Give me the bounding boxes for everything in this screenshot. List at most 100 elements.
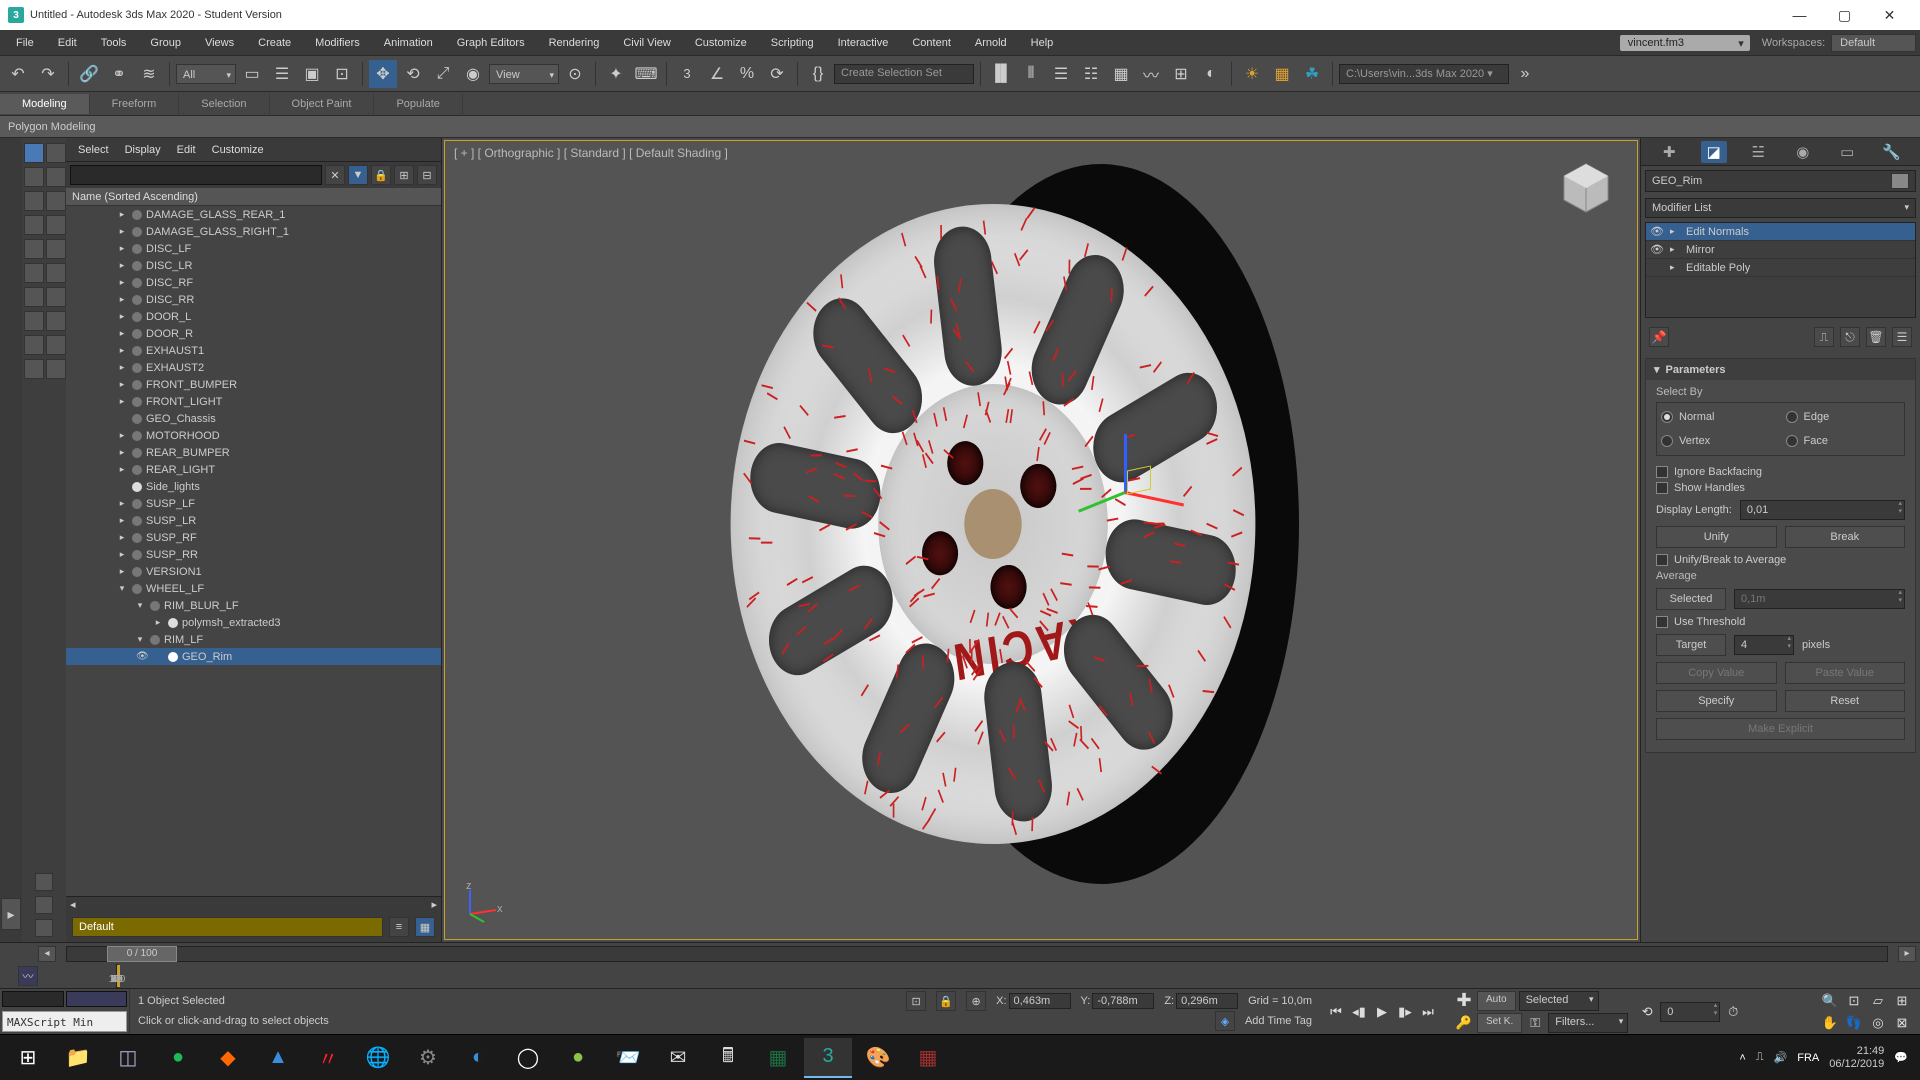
- auto-key-button[interactable]: Auto: [1477, 991, 1516, 1011]
- schematic-button[interactable]: ⊞: [1167, 60, 1195, 88]
- clock[interactable]: 21:4906/12/2019: [1829, 1045, 1884, 1071]
- scene-item[interactable]: ▸DOOR_L: [66, 308, 441, 325]
- fov-icon[interactable]: ▱: [1868, 991, 1888, 1011]
- scene-item[interactable]: ▸DISC_LF: [66, 240, 441, 257]
- selected-button[interactable]: Selected: [1656, 588, 1726, 610]
- menu-help[interactable]: Help: [1019, 33, 1066, 53]
- wifi-icon[interactable]: ⎍: [1756, 1051, 1764, 1064]
- menu-rendering[interactable]: Rendering: [537, 33, 612, 53]
- zoom-all-icon[interactable]: ⊡: [1844, 991, 1864, 1011]
- notifications-icon[interactable]: 💬: [1894, 1051, 1908, 1064]
- modifier-item[interactable]: 👁▸Mirror: [1646, 241, 1915, 259]
- start-button[interactable]: ⊞: [4, 1038, 52, 1078]
- display-hidden-icon[interactable]: [46, 263, 66, 283]
- sort-icon[interactable]: [35, 873, 53, 891]
- scene-item[interactable]: GEO_Chassis: [66, 410, 441, 427]
- scene-hscroll[interactable]: ◂▸: [66, 896, 441, 912]
- scene-item[interactable]: ▸FRONT_LIGHT: [66, 393, 441, 410]
- display-xrefs-icon[interactable]: [46, 215, 66, 235]
- display-cameras-icon[interactable]: [46, 167, 66, 187]
- specify-button[interactable]: Specify: [1656, 690, 1777, 712]
- configure-sets-icon[interactable]: ☰: [1892, 327, 1912, 347]
- scene-item[interactable]: ▸DISC_LR: [66, 257, 441, 274]
- remove-mod-icon[interactable]: 🗑: [1866, 327, 1886, 347]
- abs-transform-icon[interactable]: ⊕: [966, 991, 986, 1011]
- scene-item[interactable]: Side_lights: [66, 478, 441, 495]
- reset-button[interactable]: Reset: [1785, 690, 1906, 712]
- scene-list[interactable]: ▸DAMAGE_GLASS_REAR_1▸DAMAGE_GLASS_RIGHT_…: [66, 206, 441, 896]
- ribbon-tab-modeling[interactable]: Modeling: [0, 94, 90, 114]
- lock-icon[interactable]: 🔒: [371, 165, 391, 185]
- render-frame-button[interactable]: ▦: [1268, 60, 1296, 88]
- ribbon-button[interactable]: ▦: [1107, 60, 1135, 88]
- scene-tab-edit[interactable]: Edit: [177, 144, 196, 156]
- mini-curve-icon[interactable]: 〰: [18, 966, 38, 986]
- menu-civil-view[interactable]: Civil View: [611, 33, 682, 53]
- show-handles-checkbox[interactable]: [1656, 482, 1668, 494]
- unify-break-avg-checkbox[interactable]: [1656, 554, 1668, 566]
- percent-snap-button[interactable]: %: [733, 60, 761, 88]
- minimize-button[interactable]: —: [1777, 0, 1822, 30]
- transform-gizmo[interactable]: [1125, 492, 1127, 494]
- menu-tools[interactable]: Tools: [89, 33, 139, 53]
- scene-item[interactable]: ▸DOOR_R: [66, 325, 441, 342]
- scene-item[interactable]: ▸SUSP_RF: [66, 529, 441, 546]
- display-helpers-icon[interactable]: [24, 191, 44, 211]
- menu-modifiers[interactable]: Modifiers: [303, 33, 372, 53]
- keyboard-button[interactable]: ⌨: [632, 60, 660, 88]
- scene-item[interactable]: ▸SUSP_LF: [66, 495, 441, 512]
- erp-button[interactable]: {}: [804, 60, 832, 88]
- selection-set-input[interactable]: Create Selection Set: [834, 64, 974, 84]
- menu-arnold[interactable]: Arnold: [963, 33, 1019, 53]
- display-space-icon[interactable]: [46, 191, 66, 211]
- filter-sel-icon[interactable]: ▼: [348, 165, 368, 185]
- settings-icon[interactable]: ⚙: [404, 1038, 452, 1078]
- display-groups-icon[interactable]: [24, 215, 44, 235]
- hierarchy-tab-icon[interactable]: ☱: [1745, 141, 1771, 163]
- paste-value-button[interactable]: Paste Value: [1785, 662, 1906, 684]
- toolbar-overflow[interactable]: »: [1511, 60, 1539, 88]
- excel-icon[interactable]: ▦: [754, 1038, 802, 1078]
- toggle-explorer-button[interactable]: ☷: [1077, 60, 1105, 88]
- object-name-field[interactable]: GEO_Rim: [1652, 175, 1702, 187]
- sync-icon[interactable]: [35, 919, 53, 937]
- angle-snap-button[interactable]: ∠: [703, 60, 731, 88]
- display-bone-icon[interactable]: [24, 239, 44, 259]
- scene-item[interactable]: ▸DISC_RF: [66, 274, 441, 291]
- orbit-icon[interactable]: ◎: [1868, 1013, 1888, 1033]
- scene-item[interactable]: 👁GEO_Rim: [66, 648, 441, 665]
- add-time-tag[interactable]: Add Time Tag: [1245, 1015, 1312, 1027]
- scene-item[interactable]: ▸DISC_RR: [66, 291, 441, 308]
- unlink-button[interactable]: ⚭: [105, 60, 133, 88]
- ribbon-tab-selection[interactable]: Selection: [179, 94, 269, 114]
- create-tab-icon[interactable]: ✚: [1656, 141, 1682, 163]
- face-radio[interactable]: [1786, 435, 1798, 447]
- menu-graph-editors[interactable]: Graph Editors: [445, 33, 537, 53]
- 3dsmax-taskbar-icon[interactable]: 3: [804, 1038, 852, 1078]
- render-button[interactable]: ☘: [1298, 60, 1326, 88]
- tray-chevron-icon[interactable]: ˄: [1739, 1052, 1745, 1064]
- display-lights-icon[interactable]: [24, 167, 44, 187]
- filter-icon[interactable]: [35, 896, 53, 914]
- make-explicit-button[interactable]: Make Explicit: [1656, 718, 1905, 740]
- modify-tab-icon[interactable]: ◪: [1701, 141, 1727, 163]
- select-object-button[interactable]: ▭: [238, 60, 266, 88]
- show-end-icon[interactable]: ⎍: [1814, 327, 1834, 347]
- f4-icon[interactable]: [46, 311, 66, 331]
- selection-filter[interactable]: All: [176, 64, 236, 84]
- language-indicator[interactable]: FRA: [1797, 1052, 1819, 1064]
- time-slider-handle[interactable]: 0 / 100: [107, 946, 177, 962]
- menu-file[interactable]: File: [4, 33, 46, 53]
- redo-button[interactable]: ↷: [34, 60, 62, 88]
- unify-button[interactable]: Unify: [1656, 526, 1777, 548]
- link-button[interactable]: 🔗: [75, 60, 103, 88]
- spinner-snap-button[interactable]: ⟳: [763, 60, 791, 88]
- curve-editor-button[interactable]: 〰: [1137, 60, 1165, 88]
- pin2-icon[interactable]: ⊟: [417, 165, 437, 185]
- select-rect-button[interactable]: ▣: [298, 60, 326, 88]
- scene-item[interactable]: ▸SUSP_RR: [66, 546, 441, 563]
- outlook-icon[interactable]: 📨: [604, 1038, 652, 1078]
- scene-tab-select[interactable]: Select: [78, 144, 109, 156]
- volume-icon[interactable]: 🔊: [1774, 1051, 1788, 1064]
- loop-icon[interactable]: ⟲: [1637, 1002, 1657, 1022]
